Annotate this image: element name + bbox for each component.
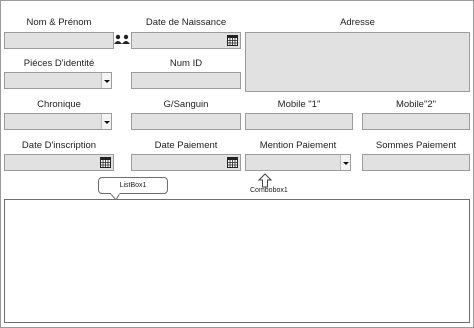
listbox-callout: ListBox1 — [98, 177, 168, 194]
label-chronique: Chronique — [37, 99, 81, 110]
mobile2-field[interactable] — [362, 113, 470, 130]
label-mobile1: Mobile "1" — [277, 99, 321, 110]
label-num-id: Num ID — [169, 58, 203, 69]
people-icon[interactable] — [114, 34, 130, 45]
mobile1-field[interactable] — [245, 113, 353, 130]
label-date-inscription: Date D'inscription — [21, 140, 97, 151]
calendar-icon[interactable] — [100, 157, 111, 168]
adresse-field[interactable] — [245, 32, 470, 92]
label-date-naissance: Date de Naissance — [145, 17, 227, 28]
pieces-identite-combobox[interactable] — [4, 72, 112, 89]
label-nom-prenom: Nom & Prénom — [26, 17, 92, 28]
label-pieces-identite: Piéces D'identité — [23, 58, 95, 69]
label-mobile2: Mobile"2" — [395, 99, 436, 110]
chronique-combobox[interactable] — [4, 113, 112, 130]
chevron-down-icon[interactable] — [101, 73, 111, 88]
nom-prenom-field[interactable] — [4, 32, 114, 49]
sommes-paiement-field[interactable] — [362, 154, 470, 171]
calendar-icon[interactable] — [227, 157, 238, 168]
label-adresse: Adresse — [340, 17, 375, 28]
calendar-icon[interactable] — [227, 35, 238, 46]
date-naissance-field[interactable] — [131, 32, 241, 49]
label-sommes-paiement: Sommes Paiement — [375, 140, 457, 151]
chevron-down-icon[interactable] — [101, 114, 111, 129]
mention-paiement-combobox[interactable] — [245, 154, 351, 171]
num-id-field[interactable] — [131, 72, 241, 89]
gs-sanguin-field[interactable] — [131, 113, 241, 130]
combobox-annotation: Combobox1 — [250, 187, 288, 194]
date-inscription-field[interactable] — [4, 154, 114, 171]
label-date-paiement: Date Paiement — [154, 140, 218, 151]
date-paiement-field[interactable] — [131, 154, 241, 171]
label-mention-paiement: Mention Paiement — [259, 140, 337, 151]
chevron-down-icon[interactable] — [340, 155, 350, 170]
listbox[interactable] — [4, 199, 470, 323]
label-gs-sanguin: G/Sanguin — [163, 99, 209, 110]
arrow-up-icon — [258, 173, 272, 188]
